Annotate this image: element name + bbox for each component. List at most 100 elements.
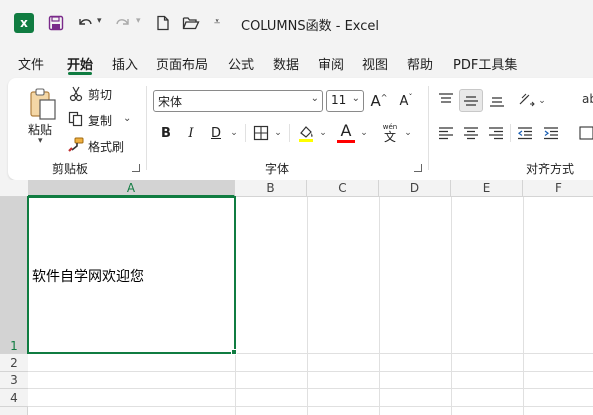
font-color-letter: A [340,120,352,140]
tab-file[interactable]: 文件 [18,54,44,73]
copy-dropdown-icon[interactable]: ⌄ [123,113,131,124]
font-launcher-icon[interactable] [414,164,422,172]
borders-dropdown-icon[interactable]: ⌄ [273,126,283,140]
chevron-down-icon: ⌄ [310,93,319,104]
font-name-combo[interactable]: 宋体 ⌄ [153,90,323,112]
redo-icon[interactable] [112,12,134,34]
bold-button[interactable]: B [158,123,174,143]
tab-data[interactable]: 数据 [273,54,299,73]
tab-help[interactable]: 帮助 [407,54,433,73]
tab-view[interactable]: 视图 [362,54,388,73]
gridline [451,197,452,415]
row-header-4[interactable]: 4 [0,389,28,407]
orientation-icon[interactable] [517,90,537,110]
fill-color-dropdown-icon[interactable]: ⌄ [318,126,328,140]
column-header-e[interactable]: E [451,180,523,197]
underline-button[interactable]: D [208,123,224,143]
phonetic-dropdown-icon[interactable]: ⌄ [403,126,413,140]
align-right-icon[interactable] [486,123,506,143]
undo-icon[interactable] [74,12,96,34]
customize-qat-icon[interactable]: ⩡ [214,15,220,29]
divider [289,124,290,142]
format-painter-label[interactable]: 格式刷 [88,138,124,155]
borders-icon[interactable] [251,123,271,143]
phonetic-char: 文 [383,129,396,144]
column-header-a[interactable]: A [28,180,235,197]
alignment-group-label: 对齐方式 [526,162,575,176]
merge-center-icon[interactable] [578,123,593,143]
paste-icon[interactable] [26,86,60,122]
tab-formulas[interactable]: 公式 [228,54,254,73]
decrease-indent-icon[interactable] [515,123,535,143]
copy-icon[interactable] [67,110,84,128]
column-header-bar: A B C D E F [0,180,593,197]
gridline [307,197,308,415]
phonetic-guide-icon[interactable]: wén 文 [379,121,401,145]
save-icon[interactable] [45,12,67,34]
tab-review[interactable]: 审阅 [318,54,344,73]
tab-insert[interactable]: 插入 [112,54,138,73]
fill-handle[interactable] [231,349,237,355]
format-painter-icon[interactable] [67,136,85,154]
align-center-icon[interactable] [461,123,481,143]
open-folder-icon[interactable] [180,12,202,34]
document-title: COLUMNS函数 - Excel [241,19,380,34]
grow-font-icon[interactable]: A ^ [370,90,388,112]
tab-pdf-tools[interactable]: PDF工具集 [453,54,517,73]
shrink-font-icon[interactable]: Aˇ [397,90,415,112]
font-size-value: 11 [331,93,347,107]
font-size-combo[interactable]: 11 ⌄ [326,90,364,112]
italic-button[interactable]: I [183,123,199,143]
row-header-2[interactable]: 2 [0,354,28,372]
chevron-down-icon: ⌄ [351,93,360,104]
undo-dropdown-icon[interactable]: ▾ [97,16,102,26]
row-header-3[interactable]: 3 [0,372,28,389]
ribbon: 粘贴 ▾ 剪切 复制 ⌄ 格式刷 剪贴板 宋体 ⌄ 11 ⌄ A ^ A ˇ B… [8,78,593,180]
excel-window: x ▾ ▾ ⩡ COLUMNS函数 - Excel 文件 开始 插入 页面布局 … [0,0,593,415]
shrink-font-letter: A [399,93,409,109]
scissors-icon[interactable] [68,85,84,103]
group-divider [146,86,147,170]
cut-label[interactable]: 剪切 [88,86,112,103]
bottom-align-icon[interactable] [487,90,507,110]
tab-home[interactable]: 开始 [67,54,93,73]
clipboard-group-label: 剪贴板 [52,162,89,176]
gridline [379,197,380,415]
gridline [28,371,593,372]
divider [245,124,246,142]
divider [510,124,511,142]
middle-align-icon[interactable] [459,89,483,112]
font-name-value: 宋体 [158,95,183,109]
column-header-b[interactable]: B [235,180,307,197]
gridline [523,197,524,415]
wrap-text-partial[interactable]: ab [582,92,593,106]
excel-app-icon: x [14,13,34,33]
fill-color-icon[interactable] [295,122,317,144]
clipboard-launcher-icon[interactable] [132,164,140,172]
column-header-d[interactable]: D [379,180,451,197]
active-cell-border [27,196,236,354]
orientation-dropdown-icon[interactable]: ⌄ [537,94,547,108]
active-tab-indicator [68,72,92,75]
tab-page-layout[interactable]: 页面布局 [156,54,208,73]
gridline [28,388,593,389]
top-align-icon[interactable] [436,90,456,110]
column-header-f[interactable]: F [523,180,593,197]
down-caret-icon: ˇ [408,92,413,102]
font-color-dropdown-icon[interactable]: ⌄ [359,126,369,140]
new-file-icon[interactable] [152,12,174,34]
title-bar: x ▾ ▾ ⩡ COLUMNS函数 - Excel [0,0,593,46]
increase-indent-icon[interactable] [541,123,561,143]
up-caret-icon: ^ [380,92,388,102]
font-color-swatch [337,140,355,143]
grow-font-letter: A [370,92,381,110]
redo-dropdown-icon[interactable]: ▾ [136,16,141,26]
underline-dropdown-icon[interactable]: ⌄ [229,126,239,140]
font-group-label: 字体 [265,162,290,176]
gridline [28,406,593,407]
row-header-1[interactable]: 1 [0,197,28,354]
column-header-c[interactable]: C [307,180,379,197]
copy-label[interactable]: 复制 [88,112,112,129]
paste-dropdown-icon[interactable]: ▾ [38,136,43,146]
align-left-icon[interactable] [436,123,456,143]
